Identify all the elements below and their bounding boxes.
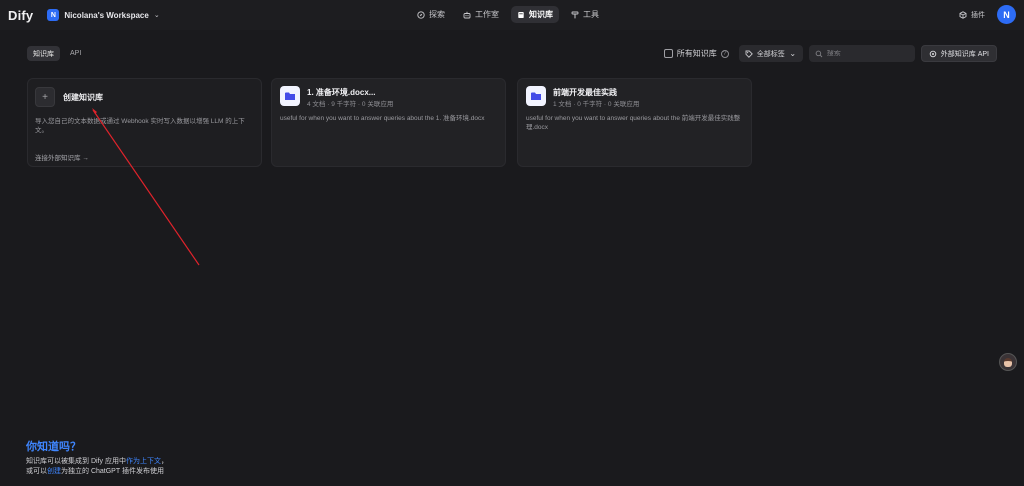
dataset-card[interactable]: 前端开发最佳实践 1 文档 · 0 千字符 · 0 关联应用 useful fo… — [517, 78, 752, 167]
dataset-tabs: 知识库 API — [27, 46, 87, 61]
tag-filter-dropdown[interactable]: 全部标签 ⌄ — [738, 45, 803, 62]
plus-icon[interactable]: + — [35, 87, 55, 107]
avatar-face — [1004, 357, 1012, 367]
user-avatar[interactable]: N — [997, 5, 1016, 24]
tip-text: 为独立的 ChatGPT 插件发布使用 — [61, 468, 164, 475]
top-navigation-bar: Dify N Nicolana's Workspace ⌄ 探索 工作室 知识库 — [0, 0, 1024, 30]
did-you-know-panel: 你知道吗？ 知识库可以被集成到 Dify 应用中作为上下文， 或可以创建为独立的… — [26, 438, 168, 477]
tag-filter-label: 全部标签 — [756, 50, 785, 58]
nav-tools-label: 工具 — [583, 10, 599, 19]
tip-text: 知识库可以被集成到 Dify 应用中 — [26, 458, 126, 465]
chevron-down-icon: ⌄ — [789, 48, 797, 58]
plugins-label: 插件 — [971, 11, 985, 19]
all-knowledge-label: 所有知识库 — [676, 49, 717, 58]
nav-tools[interactable]: 工具 — [565, 6, 605, 23]
tab-knowledge[interactable]: 知识库 — [27, 46, 60, 61]
dataset-title: 前端开发最佳实践 — [553, 88, 617, 97]
hammer-icon — [571, 11, 579, 19]
folder-icon — [280, 86, 300, 106]
nav-explore-label: 探索 — [429, 10, 445, 19]
dataset-description: useful for when you want to answer queri… — [280, 115, 485, 122]
search-input[interactable] — [826, 50, 907, 57]
workspace-name: Nicolana's Workspace — [64, 10, 149, 20]
all-knowledge-toggle[interactable]: 所有知识库 ? — [663, 48, 729, 59]
dataset-meta: 1 文档 · 0 千字符 · 0 关联应用 — [553, 101, 640, 108]
nav-studio[interactable]: 工作室 — [457, 6, 505, 23]
main-nav: 探索 工作室 知识库 工具 — [411, 6, 605, 23]
annotation-arrow — [92, 108, 200, 266]
all-knowledge-checkbox[interactable] — [663, 49, 673, 58]
dataset-meta: 4 文档 · 9 千字符 · 0 关联应用 — [307, 101, 394, 108]
workspace-badge: N — [47, 9, 60, 21]
chevron-down-icon: ⌄ — [153, 12, 160, 19]
plugins-button[interactable]: 插件 — [959, 10, 985, 20]
nav-studio-label: 工作室 — [475, 10, 499, 19]
book-icon — [517, 11, 525, 19]
tip-text: ， — [160, 458, 168, 465]
floating-assistant-avatar[interactable] — [999, 353, 1017, 371]
help-icon[interactable]: ? — [720, 49, 729, 58]
create-knowledge-header[interactable]: + 创建知识库 — [35, 87, 103, 107]
create-knowledge-description: 导入您自己的文本数据或通过 Webhook 实时写入数据以增强 LLM 的上下文… — [35, 118, 245, 134]
compass-icon — [417, 10, 425, 19]
tip-line-2: 或可以创建为独立的 ChatGPT 插件发布使用 — [26, 467, 168, 477]
create-knowledge-title[interactable]: 创建知识库 — [63, 92, 103, 103]
tip-text: 或可以 — [26, 468, 47, 475]
workspace-selector[interactable]: N Nicolana's Workspace ⌄ — [47, 9, 160, 21]
tip-line-1: 知识库可以被集成到 Dify 应用中作为上下文， — [26, 457, 168, 467]
tag-icon — [745, 50, 753, 58]
api-connection-icon — [929, 50, 937, 58]
filter-bar: 所有知识库 ? 全部标签 ⌄ 外部知识库 API — [663, 45, 997, 62]
external-kb-api-button[interactable]: 外部知识库 API — [920, 45, 997, 62]
folder-icon — [526, 86, 546, 106]
dataset-title: 1. 准备环境.docx... — [307, 88, 376, 97]
robot-icon — [463, 11, 471, 19]
dataset-card[interactable]: 1. 准备环境.docx... 4 文档 · 9 千字符 · 0 关联应用 us… — [271, 78, 506, 167]
external-kb-api-label: 外部知识库 API — [940, 50, 989, 58]
tip-title: 你知道吗？ — [26, 441, 81, 453]
search-icon — [815, 50, 823, 58]
nav-explore[interactable]: 探索 — [411, 6, 451, 23]
search-box[interactable] — [808, 45, 915, 62]
nav-knowledge[interactable]: 知识库 — [511, 6, 559, 23]
connect-external-kb-link[interactable]: 连接外部知识库 → — [35, 152, 89, 162]
dify-logo[interactable]: Dify — [8, 8, 33, 23]
as-context-link[interactable]: 作为上下文 — [126, 458, 161, 465]
dataset-description: useful for when you want to answer queri… — [526, 115, 741, 131]
nav-knowledge-label: 知识库 — [529, 10, 553, 19]
create-knowledge-card[interactable]: + 创建知识库 导入您自己的文本数据或通过 Webhook 实时写入数据以增强 … — [27, 78, 262, 167]
create-link[interactable]: 创建 — [47, 468, 61, 475]
cube-icon — [959, 10, 967, 19]
tab-api[interactable]: API — [64, 46, 87, 61]
header-actions: 插件 N — [959, 5, 1016, 24]
